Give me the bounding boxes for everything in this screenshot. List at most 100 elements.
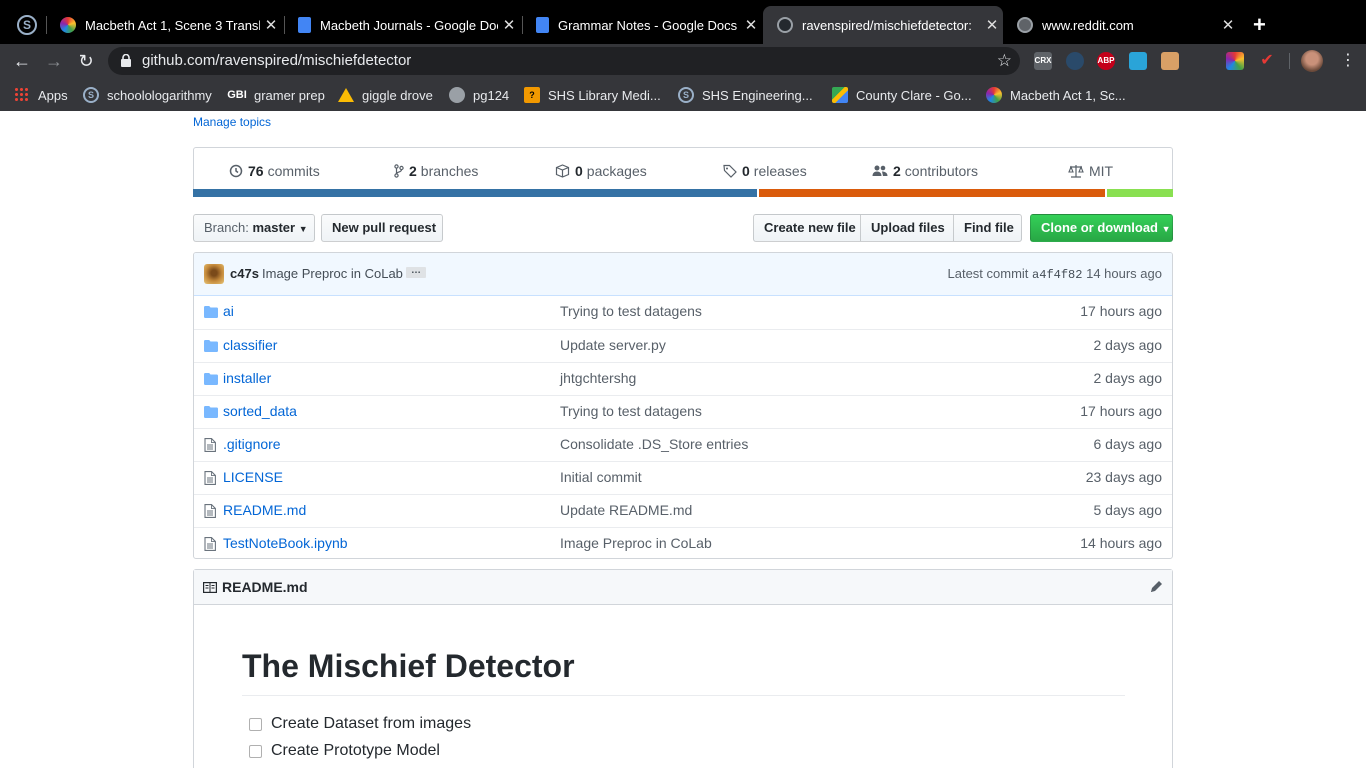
close-icon[interactable]: ✕: [981, 16, 1003, 34]
author-avatar[interactable]: [204, 264, 224, 284]
file-commit-message[interactable]: jhtgchtershg: [560, 370, 636, 386]
file-commit-message[interactable]: Update server.py: [560, 337, 666, 353]
tableau-extension-icon[interactable]: [1129, 52, 1147, 70]
menu-kebab-icon[interactable]: ⋮: [1340, 50, 1356, 72]
commit-author[interactable]: c47s: [230, 266, 259, 281]
upload-files-button[interactable]: Upload files: [861, 214, 954, 242]
bookmark-label: giggle drove: [362, 87, 433, 103]
bookmark-apps[interactable]: Apps: [14, 86, 68, 104]
file-row: installer jhtgchtershg 2 days ago: [194, 362, 1172, 395]
file-commit-message[interactable]: Consolidate .DS_Store entries: [560, 436, 748, 452]
commit-message[interactable]: Image Preproc in CoLab: [262, 266, 403, 281]
tab-macbeth-translation[interactable]: Macbeth Act 1, Scene 3 Translat ✕: [46, 8, 282, 42]
commits-count[interactable]: 76 commits: [229, 161, 320, 181]
task-checkbox[interactable]: [249, 717, 262, 731]
close-icon[interactable]: ✕: [260, 16, 282, 34]
file-commit-message[interactable]: Image Preproc in CoLab: [560, 535, 712, 551]
google-drive-icon: [338, 88, 354, 102]
file-name-link[interactable]: LICENSE: [223, 469, 283, 485]
file-row: TestNoteBook.ipynb Image Preproc in CoLab…: [194, 527, 1172, 558]
tab-grammar-notes[interactable]: Grammar Notes - Google Docs ✕: [522, 8, 762, 42]
language-segment-shell: [1107, 189, 1173, 197]
caret-down-icon: ▼: [1161, 224, 1171, 234]
color-picker-extension-icon[interactable]: [1226, 52, 1244, 70]
owl-extension-icon[interactable]: [1066, 52, 1084, 70]
file-name-link[interactable]: TestNoteBook.ipynb: [223, 535, 348, 551]
bookmark-shs-library[interactable]: ? SHS Library Medi...: [524, 86, 661, 104]
hidden-extension-icon[interactable]: [1195, 52, 1213, 70]
history-icon: [229, 164, 243, 178]
contributors-count[interactable]: 2 contributors: [872, 161, 978, 181]
clone-label: Clone or download: [1041, 220, 1158, 235]
commit-sha-link[interactable]: a4f4f82: [1032, 268, 1082, 282]
bookmark-gramer-prep[interactable]: GBI gramer prep: [227, 86, 325, 104]
new-pull-request-button[interactable]: New pull request: [321, 214, 443, 242]
file-commit-message[interactable]: Trying to test datagens: [560, 403, 702, 419]
tab-title: Macbeth Act 1, Scene 3 Translat: [85, 17, 260, 33]
tab-macbeth-journals[interactable]: Macbeth Journals - Google Doc ✕: [284, 8, 520, 42]
bookmark-county-clare[interactable]: County Clare - Go...: [832, 86, 972, 104]
language-segment-python: [193, 189, 757, 197]
file-commit-message[interactable]: Initial commit: [560, 469, 642, 485]
bookmark-pg124[interactable]: pg124: [449, 86, 509, 104]
find-file-button[interactable]: Find file: [953, 214, 1022, 242]
crx-extension-icon[interactable]: CRX: [1034, 52, 1052, 70]
file-commit-message[interactable]: Trying to test datagens: [560, 303, 702, 319]
file-name-link[interactable]: README.md: [223, 502, 306, 518]
task-text: Create Dataset from images: [271, 715, 472, 732]
file-commit-age: 14 hours ago: [1080, 535, 1162, 551]
file-name-link[interactable]: .gitignore: [223, 436, 281, 452]
branches-count[interactable]: 2 branches: [394, 161, 478, 181]
close-icon[interactable]: ✕: [1217, 16, 1239, 34]
license-label: MIT: [1089, 163, 1114, 179]
bookmark-giggle-drove[interactable]: giggle drove: [338, 86, 433, 104]
new-tab-plus-icon[interactable]: +: [1253, 12, 1266, 38]
browser-toolbar: ← → ↻ github.com/ravenspired/mischiefdet…: [0, 44, 1366, 78]
task-checkbox[interactable]: [249, 744, 262, 758]
file-name-link[interactable]: installer: [223, 370, 271, 386]
adblock-plus-icon[interactable]: ABP: [1097, 52, 1115, 70]
file-row: LICENSE Initial commit 23 days ago: [194, 461, 1172, 494]
file-name-link[interactable]: classifier: [223, 337, 277, 353]
file-name-link[interactable]: sorted_data: [223, 403, 297, 419]
people-icon: [872, 165, 888, 176]
pencil-edit-icon[interactable]: [1148, 579, 1164, 595]
globe-icon: [1017, 17, 1033, 33]
tab-reddit[interactable]: www.reddit.com ✕: [1003, 8, 1239, 42]
address-bar[interactable]: github.com/ravenspired/mischiefdetector …: [108, 47, 1020, 75]
create-new-file-button[interactable]: Create new file: [753, 214, 861, 242]
license-link[interactable]: MIT: [1068, 161, 1113, 181]
readme-heading: The Mischief Detector: [242, 648, 1125, 696]
close-icon[interactable]: ✕: [740, 16, 762, 34]
forward-arrow-icon[interactable]: →: [42, 49, 66, 73]
bookmark-star-icon[interactable]: ☆: [997, 47, 1012, 75]
releases-count[interactable]: 0 releases: [723, 161, 807, 181]
task-text: Create Prototype Model: [271, 742, 440, 759]
file-name-link[interactable]: ai: [223, 303, 234, 319]
character-extension-icon[interactable]: [1161, 52, 1179, 70]
schoology-icon[interactable]: S: [17, 15, 37, 35]
clone-or-download-button[interactable]: Clone or download ▼: [1030, 214, 1173, 242]
commit-expand-button[interactable]: …: [406, 266, 426, 278]
schoology-icon: S: [678, 87, 694, 103]
tab-github-repo[interactable]: ravenspired/mischiefdetector: ✕: [763, 6, 1003, 44]
browser-tab-bar: S Macbeth Act 1, Scene 3 Translat ✕ Macb…: [0, 0, 1366, 44]
gbi-icon: GBI: [227, 89, 247, 101]
tab-title: www.reddit.com: [1042, 17, 1134, 33]
check-extension-icon[interactable]: ✔: [1258, 52, 1276, 70]
profile-avatar[interactable]: [1301, 50, 1323, 72]
bookmark-schoology[interactable]: S schoolologarithmy: [83, 86, 212, 104]
packages-count[interactable]: 0 packages: [555, 161, 647, 181]
file-commit-message[interactable]: Update README.md: [560, 502, 692, 518]
language-bar[interactable]: [193, 189, 1173, 197]
reload-icon[interactable]: ↻: [74, 49, 98, 73]
toolbar-divider: [1289, 53, 1290, 69]
bookmark-shs-engineering[interactable]: S SHS Engineering...: [678, 86, 813, 104]
back-arrow-icon[interactable]: ←: [10, 49, 34, 73]
close-icon[interactable]: ✕: [498, 16, 520, 34]
bookmark-label: SHS Library Medi...: [548, 87, 661, 103]
bookmark-macbeth[interactable]: Macbeth Act 1, Sc...: [986, 86, 1126, 104]
branches-label: branches: [420, 163, 479, 179]
manage-topics-link[interactable]: Manage topics: [193, 115, 271, 129]
branch-select-button[interactable]: Branch: master ▼: [193, 214, 315, 242]
